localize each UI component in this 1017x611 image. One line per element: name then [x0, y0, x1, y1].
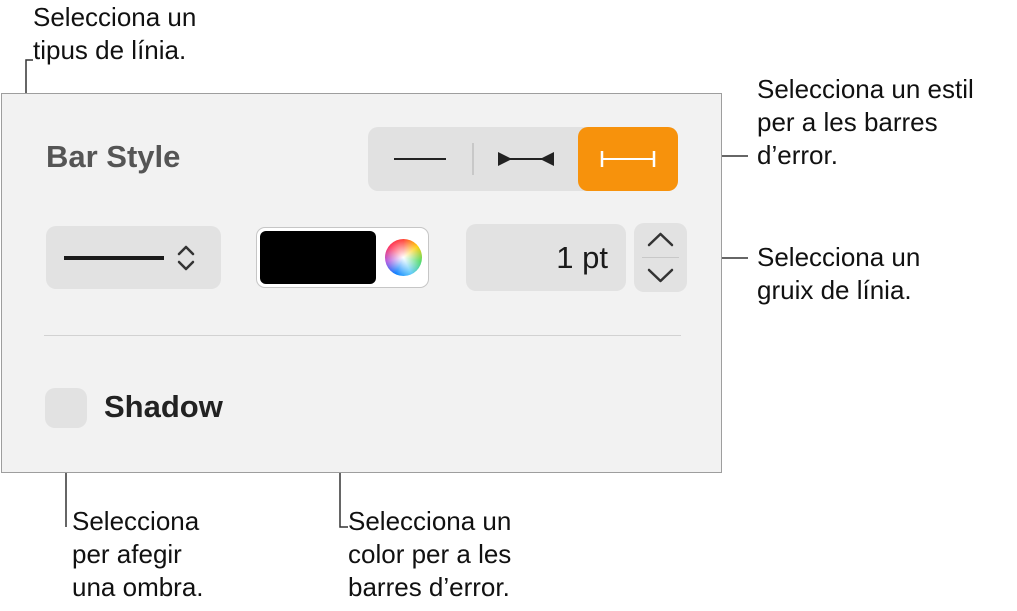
callout-line: Selecciona un estil — [757, 74, 974, 104]
line-width-stepper[interactable] — [634, 223, 687, 292]
shadow-checkbox[interactable] — [45, 388, 87, 428]
line-width-field[interactable]: 1 pt — [466, 224, 626, 291]
line-no-caps-icon — [394, 158, 446, 160]
bar-style-segmented-control[interactable] — [368, 127, 678, 191]
callout-line-width: Selecciona un gruix de línia. — [757, 241, 920, 307]
color-well[interactable] — [256, 227, 429, 288]
callout-line: Selecciona un — [348, 506, 512, 536]
line-type-popup[interactable] — [46, 226, 221, 289]
callout-line: d’error. — [757, 140, 838, 170]
chevron-down-icon — [647, 268, 674, 283]
chevron-up-down-icon — [177, 245, 195, 271]
callout-line: Selecciona un — [33, 2, 197, 32]
callout-line: color per a les — [348, 539, 512, 569]
callout-line: una ombra. — [72, 572, 204, 602]
callout-line: tipus de línia. — [33, 35, 187, 65]
stepper-down-button[interactable] — [634, 258, 687, 292]
bar-style-title: Bar Style — [46, 139, 181, 174]
callout-line: Selecciona — [72, 506, 200, 536]
section-divider — [44, 335, 681, 336]
callout-shadow: Selecciona per afegir una ombra. — [72, 505, 204, 604]
color-swatch[interactable] — [260, 231, 376, 284]
bar-style-no-caps-option[interactable] — [368, 127, 472, 191]
callout-color: Selecciona un color per a les barres d’e… — [348, 505, 511, 604]
solid-line-icon — [64, 256, 164, 260]
bar-style-bar-caps-option[interactable] — [578, 127, 678, 191]
line-arrow-caps-icon — [498, 152, 554, 166]
shadow-label: Shadow — [104, 389, 223, 424]
callout-bar-style: Selecciona un estil per a les barres d’e… — [757, 73, 974, 172]
chevron-up-icon — [647, 232, 674, 247]
bar-style-arrow-caps-option[interactable] — [474, 127, 578, 191]
callout-line: per a les barres — [757, 107, 938, 137]
stepper-up-button[interactable] — [634, 223, 687, 257]
callout-line: per afegir — [72, 539, 182, 569]
callout-line: Selecciona un — [757, 242, 921, 272]
callout-line: barres d’error. — [348, 572, 510, 602]
line-bar-caps-icon — [600, 151, 656, 167]
callout-line-type: Selecciona un tipus de línia. — [33, 1, 196, 67]
color-wheel-icon[interactable] — [385, 239, 422, 276]
callout-line: gruix de línia. — [757, 275, 912, 305]
